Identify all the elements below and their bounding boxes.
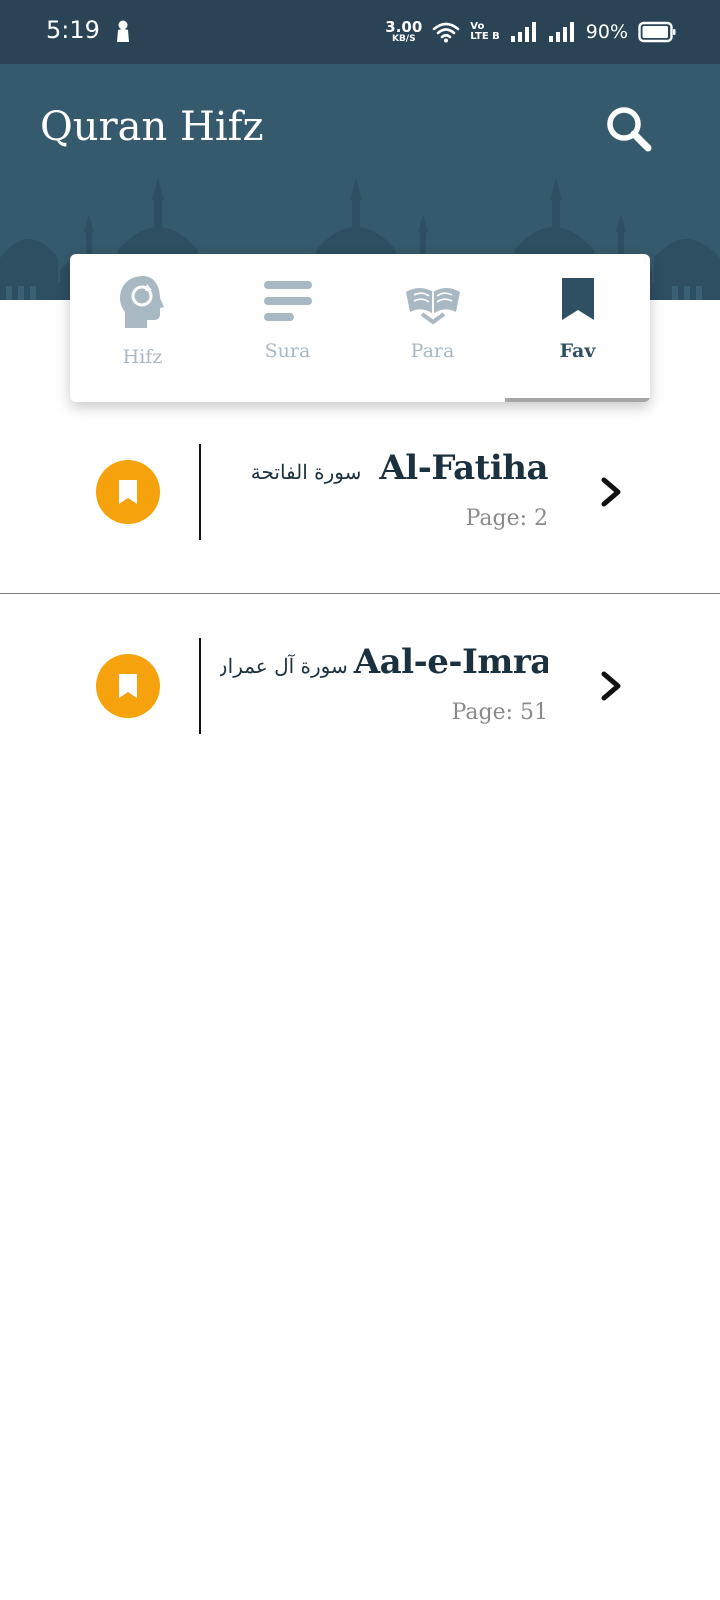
sura-page: Page: 2 [465,506,548,531]
search-icon[interactable] [604,104,656,156]
volte-indicator: Vo LTE B [470,21,500,43]
sura-info: سورة آل عمران Aal-e-Imran Page: 51 [220,638,548,738]
tab-label-fav: Fav [559,340,596,362]
network-speed-value: 3.00 [385,18,423,36]
title-row: سورة الفاتحة Al-Fatiha [251,448,548,488]
sura-name: Al-Fatiha [379,448,548,488]
volte-bottom: LTE B [470,31,500,42]
bookmark-badge [96,460,160,524]
page-title: Quran Hifz [40,104,264,150]
status-bar: 5:19 3.00 KB/S Vo LTE B 90% [0,0,720,64]
tab-hifz[interactable]: Hifz [70,254,215,402]
bookmark-badge [96,654,160,718]
status-time: 5:19 [46,16,100,44]
sura-name: Aal-e-Imran [353,642,548,682]
sura-arabic-name: سورة آل عمران [220,654,348,678]
battery-icon [638,21,676,43]
open-book-icon [405,288,460,325]
separator [199,444,201,540]
network-speed-unit: KB/S [391,34,416,44]
battery-percent: 90% [585,21,628,43]
separator [199,638,201,734]
signal-icon-2 [548,22,574,42]
chevron-right-icon[interactable] [596,472,626,512]
lines-icon [263,281,312,321]
chevron-right-icon[interactable] [596,666,626,706]
sura-page: Page: 51 [451,700,548,725]
title-row: سورة آل عمران Aal-e-Imran [220,642,548,682]
network-speed: 3.00 KB/S [385,20,422,44]
signal-icon [510,22,536,42]
tab-label-hifz: Hifz [122,346,163,368]
list-item[interactable]: سورة آل عمران Aal-e-Imran Page: 51 [0,594,720,788]
tab-sura[interactable]: Sura [215,254,360,402]
tab-fav[interactable]: Fav [505,254,650,402]
sura-arabic-name: سورة الفاتحة [250,460,362,484]
wifi-icon [432,22,460,43]
list-item[interactable]: سورة الفاتحة Al-Fatiha Page: 2 [0,400,720,594]
tab-para[interactable]: Para [360,254,505,402]
bookmark-icon [561,278,594,320]
person-icon [117,20,129,42]
tab-label-sura: Sura [264,340,311,362]
bookmark-icon [119,480,137,504]
favorites-list: سورة الفاتحة Al-Fatiha Page: 2 سورة آل ع… [0,400,720,788]
tab-label-para: Para [410,340,455,362]
status-indicators: 3.00 KB/S Vo LTE B 90% [385,16,676,48]
bookmark-icon [119,674,137,698]
head-refresh-icon [119,276,164,328]
sura-info: سورة الفاتحة Al-Fatiha Page: 2 [220,444,548,544]
tab-bar: Hifz Sura Para Fav [70,254,650,402]
